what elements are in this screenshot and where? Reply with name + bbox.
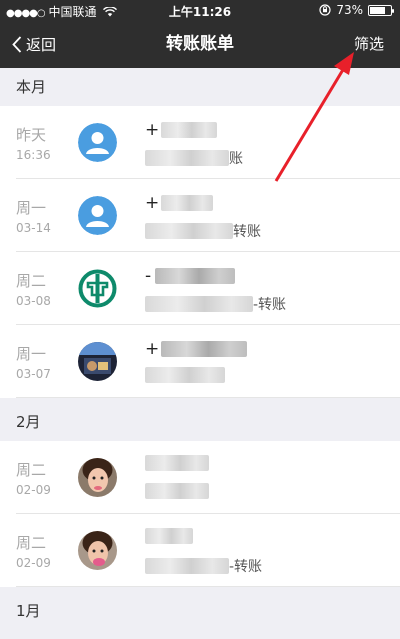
blurred-name [145, 296, 253, 312]
blurred-amount [155, 268, 236, 284]
transaction-day: 周一 [16, 199, 47, 217]
transaction-date: 02-09 [16, 483, 51, 497]
battery-percent: 73% [336, 3, 363, 17]
blurred-amount [161, 195, 214, 211]
blurred-amount [145, 528, 193, 544]
status-bar: ●●●●○ 中国联通 上午11:26 73% [0, 0, 400, 20]
transaction-row[interactable]: 周二 02-09 [0, 441, 400, 514]
transaction-description: -转账 [145, 556, 262, 576]
transaction-description [145, 367, 225, 383]
transaction-day: 周二 [16, 461, 47, 479]
photo-avatar [78, 342, 117, 381]
battery-icon [368, 4, 394, 16]
chevron-left-icon [12, 35, 22, 53]
transaction-day: 周一 [16, 345, 47, 363]
page-title: 转账账单 [166, 34, 234, 54]
transaction-description: 转账 [145, 221, 261, 241]
description-suffix: -转账 [229, 559, 263, 575]
description-suffix: -转账 [253, 297, 287, 313]
default-avatar-icon [78, 196, 117, 235]
photo-avatar [78, 458, 117, 497]
transaction-amount: + [145, 193, 214, 213]
amount-sign: + [145, 339, 160, 359]
amount-sign: + [145, 120, 160, 140]
blurred-name [145, 150, 229, 166]
blurred-name [145, 558, 229, 574]
transaction-description [145, 483, 209, 499]
transaction-amount [145, 455, 209, 471]
transaction-amount: - [145, 266, 236, 286]
transaction-row[interactable]: 周一 03-14 + 转账 [0, 179, 400, 252]
amount-sign: + [145, 193, 160, 213]
transaction-row[interactable]: 周一 03-07 + [0, 325, 400, 398]
transaction-day: 昨天 [16, 126, 47, 144]
transaction-description: -转账 [145, 294, 286, 314]
transaction-date: 03-07 [16, 367, 51, 381]
transaction-date: 16:36 [16, 148, 51, 162]
filter-button[interactable]: 筛选 [354, 20, 384, 68]
description-suffix: 转账 [233, 224, 261, 240]
section-header-february: 2月 [0, 403, 400, 441]
transaction-day: 周二 [16, 272, 47, 290]
section-header-january: 1月 [0, 592, 400, 639]
blurred-amount [145, 455, 209, 471]
battery-level [370, 6, 385, 14]
default-avatar-icon [78, 123, 117, 162]
back-button[interactable]: 返回 [12, 20, 56, 68]
transaction-amount [145, 528, 193, 544]
transaction-row[interactable]: 昨天 16:36 + 账 [0, 106, 400, 179]
transaction-amount: + [145, 120, 218, 140]
blurred-name [145, 483, 209, 499]
transaction-date: 02-09 [16, 556, 51, 570]
bank-logo-icon [78, 269, 117, 308]
blurred-name [145, 367, 225, 383]
blurred-amount [161, 122, 218, 138]
blurred-name [145, 223, 233, 239]
transaction-date: 03-14 [16, 221, 51, 235]
back-label: 返回 [26, 35, 57, 54]
rotation-lock-icon [319, 4, 331, 16]
section-header-this-month: 本月 [0, 68, 400, 106]
transaction-date: 03-08 [16, 294, 51, 308]
transaction-description: 账 [145, 148, 243, 168]
transaction-amount: + [145, 339, 248, 359]
amount-sign: - [145, 266, 152, 286]
photo-avatar [78, 531, 117, 570]
description-suffix: 账 [229, 151, 243, 167]
transaction-day: 周二 [16, 534, 47, 552]
transaction-row[interactable]: 周二 02-09 -转账 [0, 514, 400, 587]
transaction-row[interactable]: 周二 03-08 - -转账 [0, 252, 400, 325]
blurred-amount [161, 341, 248, 357]
navigation-bar: 返回 转账账单 筛选 [0, 20, 400, 68]
